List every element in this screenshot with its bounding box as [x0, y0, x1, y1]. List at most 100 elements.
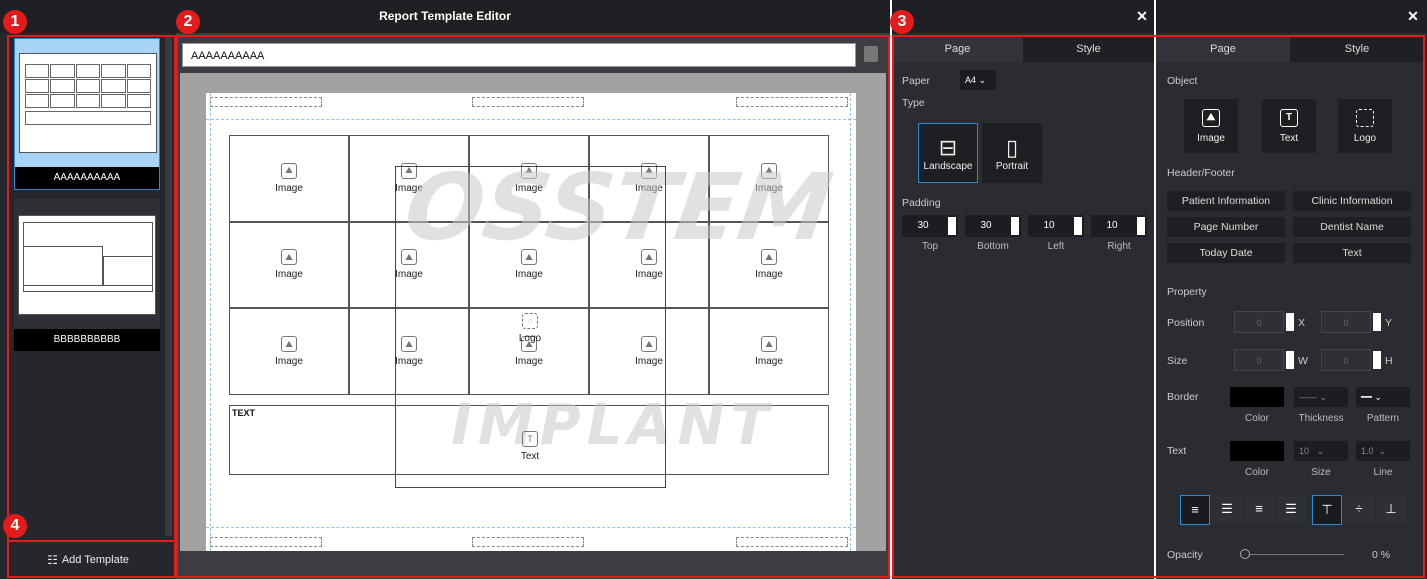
text-line-select[interactable]: 1.0 ⌄	[1356, 441, 1410, 461]
valign-top-button[interactable]: ⊤	[1312, 495, 1342, 525]
size-w-stepper[interactable]	[1286, 351, 1294, 369]
padding-stepper[interactable]	[1011, 217, 1019, 235]
image-icon: ⛰	[761, 336, 777, 353]
text-size-select[interactable]: 10 ⌄	[1294, 441, 1348, 461]
footer-slot-right[interactable]	[736, 537, 848, 547]
scrollbar[interactable]	[165, 36, 172, 536]
paper-label: Paper	[902, 75, 931, 87]
text-icon: T	[522, 431, 538, 447]
border-color-label: Color	[1245, 413, 1269, 424]
x-label: X	[1298, 317, 1306, 329]
portrait-button[interactable]: ▯ Portrait	[982, 123, 1042, 183]
padding-left-input[interactable]: 10	[1028, 215, 1084, 237]
border-color-swatch[interactable]	[1230, 387, 1284, 407]
image-cell[interactable]: ⛰ Image	[229, 308, 349, 395]
image-icon: ⛰	[281, 249, 297, 266]
add-template-icon: ☷	[47, 553, 58, 567]
image-cell[interactable]: ⛰ Image	[709, 308, 829, 395]
landscape-button[interactable]: ⊟ Landscape	[918, 123, 978, 183]
image-icon: ⛰	[281, 336, 297, 353]
border-label: Border	[1167, 391, 1199, 403]
border-thickness-select[interactable]: —— ⌄	[1294, 387, 1348, 407]
hf-button-clinic-information[interactable]: Clinic Information	[1293, 191, 1411, 211]
badge-2: 2	[176, 10, 200, 34]
text-color-swatch[interactable]	[1230, 441, 1284, 461]
template-name-input[interactable]: AAAAAAAAAA	[182, 43, 856, 67]
padding-stepper[interactable]	[1074, 217, 1082, 235]
position-x-input[interactable]: 0	[1234, 311, 1284, 333]
align-justify-button[interactable]: ≡	[1180, 495, 1210, 525]
padding-top-input[interactable]: 30	[902, 215, 958, 237]
padding-stepper[interactable]	[1137, 217, 1145, 235]
header-slot-left[interactable]	[210, 97, 322, 107]
hf-button-text[interactable]: Text	[1293, 243, 1411, 263]
tab-page-2[interactable]: Page	[1156, 36, 1290, 62]
paper-select[interactable]: A4 ⌄	[960, 70, 996, 90]
text-icon-2: T	[1280, 108, 1298, 127]
align-left-button[interactable]: ☰	[1212, 495, 1242, 525]
badge-1: 1	[3, 10, 27, 34]
hf-button-patient-information[interactable]: Patient Information	[1167, 191, 1285, 211]
text-size-label: Size	[1311, 467, 1331, 478]
size-h-stepper[interactable]	[1373, 351, 1381, 369]
add-template-button[interactable]: ☷ Add Template	[0, 541, 176, 579]
text-item[interactable]: T Text	[506, 431, 554, 471]
padding-right-label: Right	[1107, 241, 1131, 252]
header-footer-label: Header/Footer	[1167, 167, 1235, 179]
opacity-slider-handle[interactable]	[1240, 549, 1250, 559]
opacity-slider-track[interactable]	[1244, 554, 1344, 555]
align-right-button[interactable]: ☰	[1276, 495, 1306, 525]
image-cell[interactable]: ⛰ Image	[229, 135, 349, 222]
tab-style[interactable]: Style	[1023, 36, 1154, 62]
logo-item[interactable]: ◌ Logo	[506, 313, 554, 353]
padding-guide-left	[210, 93, 211, 551]
header-slot-right[interactable]	[736, 97, 848, 107]
position-y-input[interactable]: 0	[1321, 311, 1371, 333]
position-x-stepper[interactable]	[1286, 313, 1294, 331]
padding-right-input[interactable]: 10	[1091, 215, 1147, 237]
template-card-selected[interactable]: AAAAAAAAAA	[14, 38, 160, 190]
position-y-stepper[interactable]	[1373, 313, 1381, 331]
landscape-icon: ⊟	[938, 134, 958, 160]
image-cell[interactable]: ⛰ Image	[229, 221, 349, 309]
page-panel-titlebar: ✕	[892, 0, 1154, 33]
editor-canvas-panel: AAAAAAAAAA ⛰ Image ⛰ Image ⛰ Image ⛰ Image ⛰ Imag…	[176, 33, 890, 579]
size-w-input[interactable]: 0	[1234, 349, 1284, 371]
logo-object-button[interactable]: Logo	[1338, 99, 1392, 153]
valign-bottom-button[interactable]: ⊥	[1376, 495, 1406, 525]
close-button[interactable]: ✕	[1132, 0, 1152, 33]
align-center-button[interactable]: ≡	[1244, 495, 1274, 525]
image-cell-label: Image	[275, 356, 303, 368]
footer-slot-center[interactable]	[472, 537, 584, 547]
padding-label: Padding	[902, 197, 941, 209]
text-object-button[interactable]: T Text	[1262, 99, 1316, 153]
image-cell-label: Image	[755, 269, 783, 281]
padding-guide-top	[206, 119, 856, 120]
padding-stepper[interactable]	[948, 217, 956, 235]
header-slot-center[interactable]	[472, 97, 584, 107]
property-label: Property	[1167, 286, 1207, 298]
footer-slot-left[interactable]	[210, 537, 322, 547]
close-button-2[interactable]: ✕	[1403, 0, 1423, 33]
tab-style-2[interactable]: Style	[1290, 36, 1424, 62]
image-cell-label: Image	[275, 182, 303, 194]
logo-label: Logo	[518, 333, 542, 344]
image-icon: ⛰	[1202, 108, 1220, 127]
image-object-button[interactable]: ⛰ Image	[1184, 99, 1238, 153]
position-label: Position	[1167, 317, 1205, 329]
padding-bottom-label: Bottom	[977, 241, 1009, 252]
hf-button-dentist-name[interactable]: Dentist Name	[1293, 217, 1411, 237]
padding-bottom-input[interactable]: 30	[965, 215, 1021, 237]
save-icon[interactable]	[864, 46, 878, 62]
template-card[interactable]: BBBBBBBBBB	[14, 199, 160, 351]
logo-icon: ◌	[522, 313, 538, 329]
template-list-panel: AAAAAAAAAA BBBBBBBBBB ☷ Add Template	[0, 33, 176, 579]
valign-middle-button[interactable]: ÷	[1344, 495, 1374, 525]
tab-page[interactable]: Page	[892, 36, 1023, 62]
border-pattern-select[interactable]: ━━ ⌄	[1356, 387, 1410, 407]
style-settings-panel: Page Style Object ⛰ Image T Text Logo Head…	[1156, 33, 1427, 579]
border-pattern-label: Pattern	[1366, 413, 1400, 424]
size-h-input[interactable]: 0	[1321, 349, 1371, 371]
hf-button-today-date[interactable]: Today Date	[1167, 243, 1285, 263]
hf-button-page-number[interactable]: Page Number	[1167, 217, 1285, 237]
